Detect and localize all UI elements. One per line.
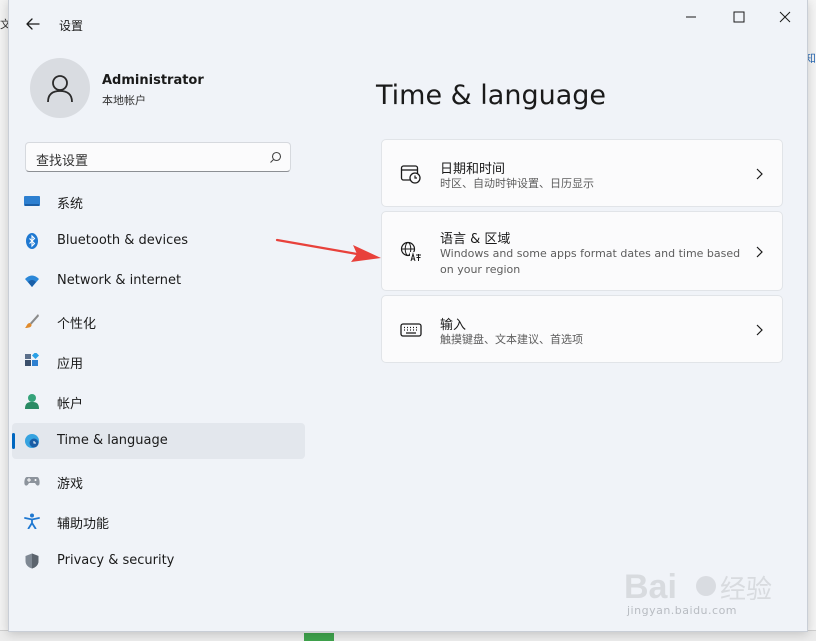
sidebar-item-system[interactable]: 系统 bbox=[12, 183, 305, 219]
minimize-icon bbox=[686, 16, 696, 18]
sidebar-item-label: 系统 bbox=[57, 197, 84, 212]
user-name: Administrator bbox=[102, 73, 204, 88]
globe-clock-icon bbox=[25, 434, 39, 448]
search-input[interactable]: 查找设置 bbox=[25, 142, 291, 172]
sidebar-item-label: Privacy & security bbox=[57, 553, 175, 568]
sidebar-item-label: 个性化 bbox=[57, 317, 97, 332]
sidebar-item-label: Bluetooth & devices bbox=[57, 233, 188, 248]
search-icon bbox=[270, 151, 282, 163]
back-button[interactable] bbox=[23, 14, 43, 34]
card-subtitle: 触摸键盘、文本建议、首选项 bbox=[440, 333, 583, 346]
sidebar-item-label: 游戏 bbox=[57, 477, 84, 492]
card-title: 输入 bbox=[440, 318, 467, 333]
sidebar-item-label: 帐户 bbox=[57, 397, 84, 412]
card-title: 语言 & 区域 bbox=[440, 232, 511, 247]
window-title: 设置 bbox=[59, 19, 84, 33]
svg-text:经验: 经验 bbox=[720, 575, 772, 605]
sidebar-item-label: Time & language bbox=[57, 433, 168, 448]
calendar-clock-icon bbox=[400, 165, 421, 184]
page-title: Time & language bbox=[376, 80, 607, 111]
sidebar-item-time-language[interactable]: Time & language bbox=[12, 423, 305, 459]
chevron-right-icon bbox=[756, 246, 763, 258]
bluetooth-icon bbox=[26, 233, 38, 249]
close-icon bbox=[779, 11, 791, 23]
sidebar-item-personalization[interactable]: 个性化 bbox=[12, 303, 305, 339]
sidebar-item-network[interactable]: Network & internet bbox=[12, 263, 305, 299]
settings-window: 设置 Administrator 本地帐户 查找设置 系统 Bluetooth … bbox=[8, 0, 808, 632]
accessibility-icon bbox=[24, 513, 40, 529]
gamepad-icon bbox=[24, 477, 40, 486]
card-typing[interactable]: 输入 触摸键盘、文本建议、首选项 bbox=[381, 295, 783, 363]
minimize-button[interactable] bbox=[671, 6, 711, 30]
brush-icon bbox=[25, 314, 39, 328]
back-arrow-icon bbox=[26, 18, 40, 30]
card-date-time[interactable]: 日期和时间 时区、自动时钟设置、日历显示 bbox=[381, 139, 783, 207]
account-type: 本地帐户 bbox=[102, 94, 146, 107]
sidebar-item-apps[interactable]: 应用 bbox=[12, 343, 305, 379]
apps-icon bbox=[25, 353, 40, 366]
card-language-region[interactable]: 语言 & 区域 Windows and some apps format dat… bbox=[381, 211, 783, 291]
sidebar-item-accessibility[interactable]: 辅助功能 bbox=[12, 503, 305, 539]
sidebar-item-gaming[interactable]: 游戏 bbox=[12, 463, 305, 499]
card-subtitle: 时区、自动时钟设置、日历显示 bbox=[440, 177, 594, 190]
maximize-icon bbox=[733, 11, 745, 23]
keyboard-icon bbox=[400, 323, 422, 337]
annotation-arrow-icon bbox=[275, 238, 381, 262]
account-icon bbox=[25, 394, 39, 409]
maximize-button[interactable] bbox=[719, 6, 759, 30]
card-title: 日期和时间 bbox=[440, 162, 506, 177]
sidebar-nav: 系统 Bluetooth & devices Network & interne… bbox=[12, 183, 305, 583]
title-bar: 设置 bbox=[9, 0, 807, 48]
search-placeholder: 查找设置 bbox=[36, 154, 89, 169]
chevron-right-icon bbox=[756, 168, 763, 180]
sidebar-item-accounts[interactable]: 帐户 bbox=[12, 383, 305, 419]
watermark-url: jingyan.baidu.com bbox=[627, 604, 738, 617]
selection-indicator bbox=[12, 433, 15, 449]
wifi-icon bbox=[25, 275, 39, 287]
avatar[interactable] bbox=[30, 58, 90, 118]
sidebar-item-label: Network & internet bbox=[57, 273, 182, 288]
language-icon bbox=[400, 241, 421, 262]
sidebar-item-label: 辅助功能 bbox=[57, 517, 110, 532]
background-green-block bbox=[304, 633, 334, 641]
card-subtitle: Windows and some apps format dates and t… bbox=[440, 247, 741, 276]
chevron-right-icon bbox=[756, 324, 763, 336]
shield-icon bbox=[25, 553, 39, 569]
person-icon bbox=[47, 75, 73, 103]
close-button[interactable] bbox=[765, 6, 805, 30]
svg-text:Bai: Bai bbox=[624, 568, 677, 606]
sidebar-item-bluetooth[interactable]: Bluetooth & devices bbox=[12, 223, 305, 259]
sidebar-item-privacy[interactable]: Privacy & security bbox=[12, 543, 305, 579]
system-icon bbox=[24, 196, 40, 206]
sidebar-item-label: 应用 bbox=[57, 357, 84, 372]
